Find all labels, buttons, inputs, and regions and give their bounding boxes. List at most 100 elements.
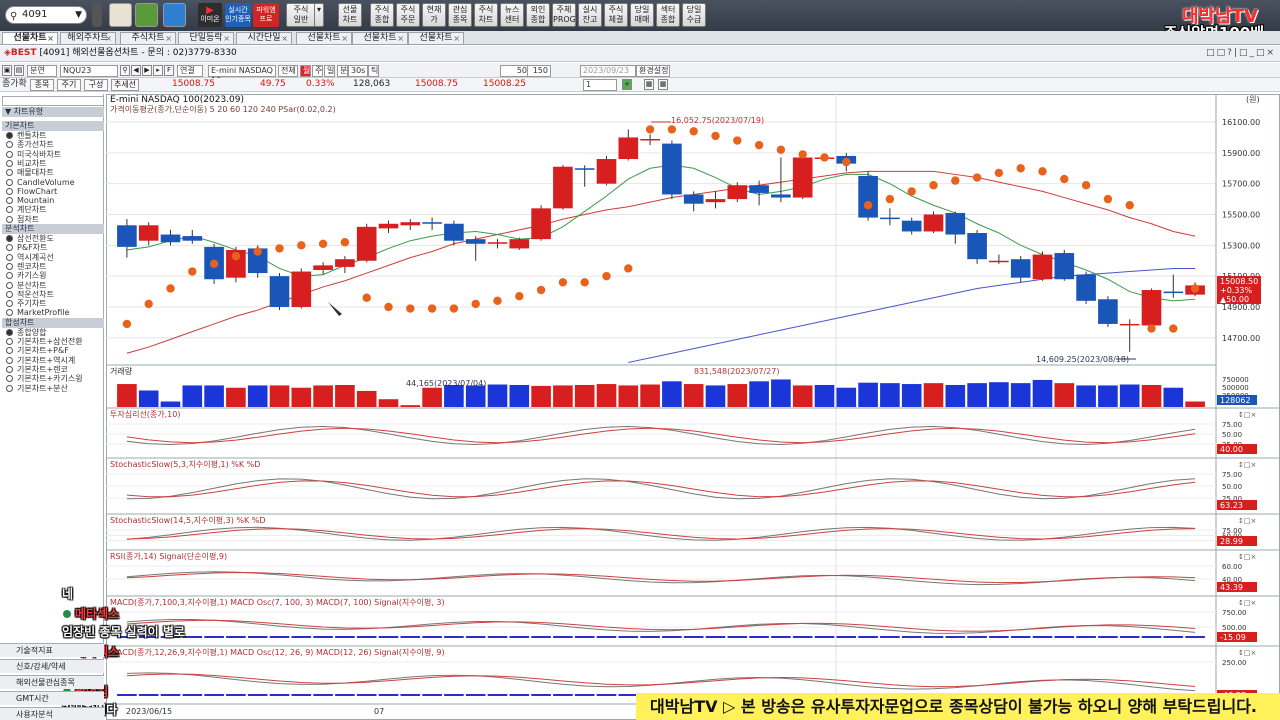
toolbar-button-1[interactable]: 선물 차트 <box>338 3 362 27</box>
sidebar-item[interactable]: FlowChart <box>6 187 57 196</box>
sidebar-item[interactable]: 기본차트+역시계 <box>6 356 75 365</box>
sidebar-item[interactable]: 계단차트 <box>6 205 46 214</box>
unit-button-3[interactable]: 분 <box>337 65 348 77</box>
sidebar-item[interactable]: 매물대차트 <box>6 168 54 177</box>
sidebar-section-header[interactable]: 기본차트 <box>2 121 104 131</box>
sidebar-item[interactable]: 카기스윙 <box>6 271 46 280</box>
sidebar-section-header[interactable]: ▼ 차트유형 <box>2 107 104 117</box>
tab-2[interactable]: 주식차트 × <box>120 32 176 45</box>
tab-0[interactable]: 선물차트 × <box>2 32 58 45</box>
unit-button-5[interactable]: 틱 <box>368 65 379 77</box>
toolbar-button-11[interactable]: 주식 체결 <box>604 3 628 27</box>
toolbar-button-6[interactable]: 주식 차트 <box>474 3 498 27</box>
sidebar-item[interactable]: 점차트 <box>6 215 39 224</box>
trendline-button[interactable]: 추세선 <box>111 79 139 91</box>
toolbar-button-5[interactable]: 관심 종목 <box>448 3 472 27</box>
unit-button-0[interactable]: 월 <box>300 65 311 77</box>
unit-button-4[interactable]: 30s <box>348 65 368 77</box>
sidebar-item[interactable]: 삼선전환도 <box>6 234 54 243</box>
tab-7[interactable]: 선물차트 × <box>408 32 464 45</box>
sidebar-item[interactable]: 역시계곡선 <box>6 253 54 262</box>
grid3-icon[interactable]: ▦ <box>658 79 668 90</box>
sidebar-item[interactable]: 종가선차트 <box>6 140 54 149</box>
close-icon[interactable]: × <box>223 33 230 44</box>
toolbar-button-14[interactable]: 당일 수급 <box>682 3 706 27</box>
sidebar-bottom-item[interactable]: 해외선물관심종목 <box>0 675 104 689</box>
toolbar-button-10[interactable]: 실시 잔고 <box>578 3 602 27</box>
home-icon[interactable] <box>109 3 132 27</box>
tab-4[interactable]: 시간단일 × <box>236 32 292 45</box>
layout2-icon[interactable]: ▤ <box>14 65 24 76</box>
sidebar-item[interactable]: 비교차트 <box>6 159 46 168</box>
sidebar-item[interactable]: 기본차트+P&F <box>6 346 69 355</box>
search-icon[interactable]: ⚲ <box>120 65 130 76</box>
close-icon[interactable]: × <box>47 33 54 44</box>
sidebar-item[interactable]: CandleVolume <box>6 178 75 187</box>
youtube-button[interactable]: ▶ 이미온 <box>198 3 222 27</box>
period-button[interactable]: 주기 <box>57 79 81 91</box>
period-select[interactable]: 분연 <box>27 65 57 77</box>
flag-icon[interactable]: F <box>164 65 174 76</box>
grid2-icon[interactable]: ▦ <box>644 79 654 90</box>
toolbar-button-13[interactable]: 섹터 종합 <box>656 3 680 27</box>
grid-icon[interactable] <box>135 3 158 27</box>
toolbar-button-3[interactable]: 주식 주문 <box>396 3 420 27</box>
toolbar-button-0[interactable]: 주식 일반 <box>286 3 316 27</box>
sidebar-bottom-item[interactable]: 기술적지표 <box>0 643 104 657</box>
nav-arrows-icon[interactable] <box>92 3 102 27</box>
link-toggle[interactable]: 연결 <box>177 65 203 77</box>
tab-1[interactable]: 해외주차트 × <box>60 32 116 45</box>
toolbar-button-8[interactable]: 외인 종합 <box>526 3 550 27</box>
symbol-button[interactable]: 종목 <box>30 79 54 91</box>
settings-button[interactable]: 환경설정 <box>636 65 670 77</box>
sidebar-section-header[interactable]: 합성차트 <box>2 317 104 328</box>
power-pro-button[interactable]: 파워엠 프로 <box>253 3 279 27</box>
close-icon[interactable]: × <box>281 33 288 44</box>
layout-icon[interactable]: ▣ <box>2 65 12 76</box>
sidebar-bottom-item[interactable]: 신호/강세/약세 <box>0 659 104 673</box>
toolbar-button-4[interactable]: 현재 가 <box>422 3 446 27</box>
add-icon[interactable]: + <box>622 79 632 90</box>
sidebar-item[interactable]: P&F차트 <box>6 243 47 252</box>
sidebar-item[interactable]: Mountain <box>6 196 54 205</box>
sidebar-bottom-item[interactable]: 사용자분석 <box>0 707 104 720</box>
toolbar-button-12[interactable]: 당일 매매 <box>630 3 654 27</box>
sidebar-section-header[interactable]: 분석차트 <box>2 224 104 234</box>
sidebar-bottom-item[interactable]: GMT시간 <box>0 691 104 705</box>
unit-button-1[interactable]: 주 <box>312 65 323 77</box>
all-button[interactable]: 전체 <box>278 65 298 77</box>
nav-next-icon[interactable]: ▶ <box>142 65 152 76</box>
symbol-input[interactable]: NQU23 <box>60 65 118 77</box>
sidebar-item[interactable]: 적운선차트 <box>6 290 54 299</box>
sidebar-item[interactable]: 주기차트 <box>6 299 46 308</box>
sidebar-item[interactable]: 기본차트+렌코 <box>6 365 68 374</box>
sidebar-search-input[interactable] <box>2 96 104 106</box>
close-icon[interactable]: × <box>341 33 348 44</box>
sidebar-item[interactable]: 미국식바차트 <box>6 150 61 159</box>
tab-6[interactable]: 선물차트 × <box>352 32 408 45</box>
sidebar-item[interactable]: 기본차트+카기스윙 <box>6 374 83 383</box>
live-stock-button[interactable]: 실시간 인기종목 <box>225 3 251 27</box>
nav-first-icon[interactable]: ◀ <box>131 65 141 76</box>
date-input[interactable]: 2023/09/23 <box>580 65 636 77</box>
stock-code-select[interactable]: ⚲ 4091 ▼ <box>5 6 87 24</box>
close-icon[interactable]: × <box>105 33 112 44</box>
window-controls[interactable]: □□?|□_□× <box>1206 48 1276 58</box>
toolbar-button-2[interactable]: 주식 종합 <box>370 3 394 27</box>
tab-5[interactable]: 선물차트 × <box>296 32 352 45</box>
close-icon[interactable]: × <box>397 33 404 44</box>
sidebar-item[interactable]: 기본차트+분산 <box>6 384 68 393</box>
sidebar-item[interactable]: 분산차트 <box>6 281 46 290</box>
nav-last-icon[interactable]: ▸ <box>153 65 163 76</box>
toolbar-dropdown-icon[interactable]: ▾ <box>314 3 324 27</box>
toolbar-button-9[interactable]: 주체 PROG <box>552 3 576 27</box>
page-select[interactable]: 1 <box>583 79 617 91</box>
sidebar-item[interactable]: 종합양합 <box>6 328 46 337</box>
unit-button-2[interactable]: 일 <box>324 65 335 77</box>
count-input-2[interactable]: 150 <box>527 65 551 77</box>
globe-icon[interactable] <box>163 3 186 27</box>
close-icon[interactable]: × <box>165 33 172 44</box>
sidebar-item[interactable]: 렌코차트 <box>6 262 46 271</box>
compose-button[interactable]: 구성 <box>84 79 108 91</box>
close-icon[interactable]: × <box>453 33 460 44</box>
